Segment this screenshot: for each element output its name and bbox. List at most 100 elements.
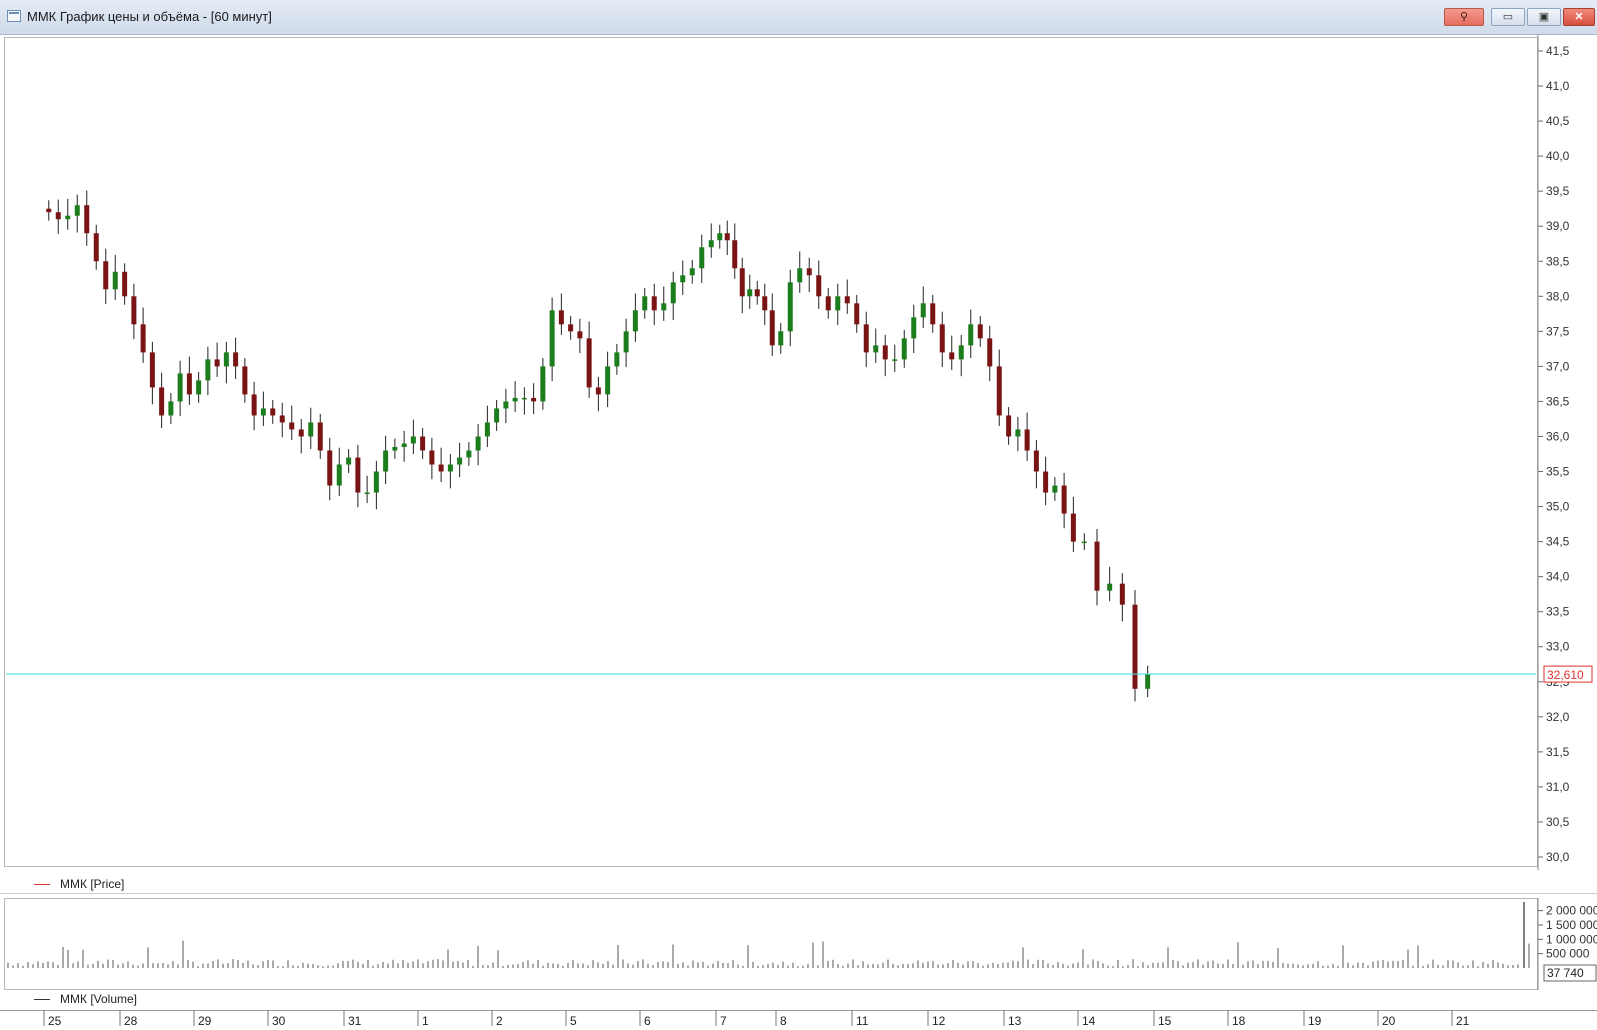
candle-bear [1070,513,1076,542]
price-axis-label: 37,5 [1546,324,1570,338]
candle-bear [732,240,738,269]
price-axis-label: 36,0 [1546,429,1570,443]
candle-bull [892,359,898,361]
candle-bull [392,446,398,451]
time-axis-label: 20 [1382,1014,1396,1028]
candle-bull [901,338,907,360]
candle-bear [289,422,295,430]
candle-bull [168,401,174,416]
volume-legend-label: ММК [Volume] [60,992,138,1006]
link-button[interactable]: ⚲ [1444,8,1484,26]
candle-bear [233,352,239,367]
candle-bull [383,450,389,472]
price-axis-label: 36,5 [1546,394,1570,408]
candle-bull [1081,541,1087,544]
time-axis-label: 28 [124,1014,138,1028]
current-volume-label: 37 740 [1547,966,1584,980]
candle-bear [987,338,993,367]
price-axis-label: 33,5 [1546,605,1570,619]
minimize-button[interactable]: ▭ [1491,8,1525,26]
candle-bull [787,282,793,332]
candle-bull [1015,429,1021,437]
candle-bear [939,324,945,353]
time-axis-label: 14 [1082,1014,1096,1028]
candle-bear [1119,583,1125,605]
candle-bear [140,324,146,353]
candle-bull [717,233,723,241]
maximize-button[interactable]: ▣ [1527,8,1561,26]
candle-bear [816,275,822,297]
candle-bull [364,492,370,495]
candle-bear [1006,415,1012,437]
price-axis-label: 33,0 [1546,640,1570,654]
link-icon: ⚲ [1459,11,1469,23]
candle-bull [642,296,648,311]
volume-axis-label: 2 000 000 [1546,904,1597,918]
candle-bear [724,233,730,241]
candle-bear [577,331,583,339]
candle-bear [159,387,165,416]
price-axis-label: 37,0 [1546,359,1570,373]
candle-bear [298,429,304,437]
candle-bear [214,359,220,367]
candle-bull [549,310,555,367]
chart-window-icon [7,10,21,22]
candle-bull [614,352,620,367]
candle-bull [112,271,118,290]
panel-separator[interactable] [0,893,1597,894]
candle-bear [1033,450,1039,472]
time-axis-label: 25 [48,1014,62,1028]
minimize-icon: ▭ [1502,11,1514,23]
time-axis-label: 30 [272,1014,286,1028]
candle-bear [930,303,936,325]
candle-bear [1132,604,1138,689]
candle-bear [279,415,285,423]
candle-bear [586,338,592,388]
candle-bull [747,289,753,297]
time-axis-label: 13 [1008,1014,1022,1028]
candle-bull [680,275,686,283]
time-axis-label: 8 [780,1014,787,1028]
time-axis-label: 7 [720,1014,727,1028]
candle-bear [754,289,760,297]
candle-bear [949,352,955,360]
price-axis-label: 40,5 [1546,114,1570,128]
price-axis-label: 31,0 [1546,780,1570,794]
time-axis[interactable]: 25 28 29 30 31 1 2 5 6 7 8 11 12 13 14 15 18 19 20 21 [0,1010,1597,1030]
volume-axis-label: 1 500 000 [1546,918,1597,932]
maximize-icon: ▣ [1538,11,1550,23]
candle-bear [762,296,768,311]
time-axis-label: 5 [570,1014,577,1028]
candle-bear [270,408,276,416]
candle-bull [708,240,714,248]
candle-bear [996,366,1002,416]
candle-bull [540,366,546,402]
candle-bull [401,443,407,447]
close-button[interactable]: ✕ [1563,8,1595,26]
volume-legend: ММК [Volume] [34,992,137,1006]
candle-bear [103,261,109,290]
candle-bull [661,303,667,311]
candle-bull [689,268,695,276]
price-chart[interactable]: 41,5 41,0 40,5 40,0 39,5 39,0 38,5 38,0 37,5 37,0… [0,34,1597,870]
candle-bear [84,205,90,234]
price-legend-swatch [34,884,50,886]
candle-bull [447,464,453,472]
candle-bear [769,310,775,346]
candle-bear [595,387,601,395]
candle-bear [242,366,248,395]
candle-bull [484,422,490,437]
price-axis-label: 35,0 [1546,500,1570,514]
price-axis-label: 41,0 [1546,79,1570,93]
candle-bear [558,310,564,325]
price-axis-label: 34,0 [1546,570,1570,584]
candle-bull [835,296,841,311]
candle-bull [1052,485,1058,493]
candle-bear [882,345,888,360]
volume-chart[interactable]: 2 000 0001 500 0001 000 000500 000 37 740 [0,898,1597,990]
volume-axis-label: 500 000 [1546,947,1590,961]
candle-bear [1043,471,1049,493]
candle-bull [457,457,463,465]
candle-bull [308,422,314,437]
time-axis-label: 29 [198,1014,212,1028]
